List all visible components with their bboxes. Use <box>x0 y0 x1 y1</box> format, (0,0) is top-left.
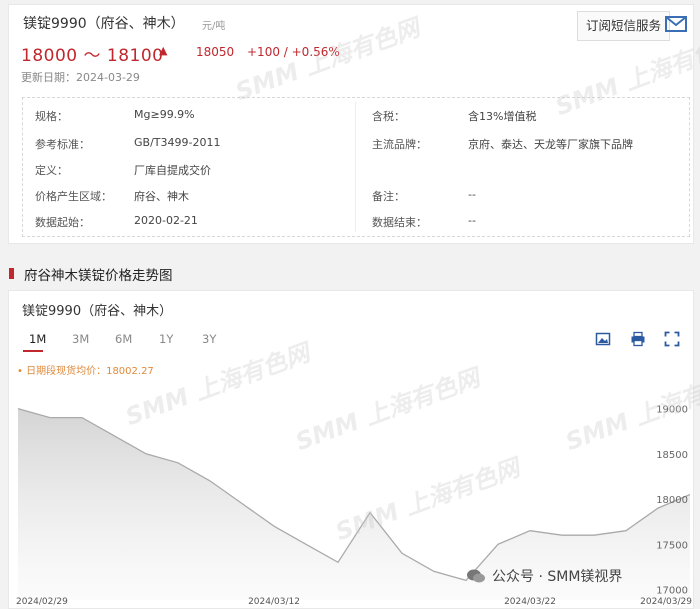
y-tick-label: 19000 <box>656 405 688 416</box>
y-tick-label: 17000 <box>656 585 688 596</box>
y-tick-label: 17500 <box>656 540 688 551</box>
wechat-icon <box>467 569 485 583</box>
x-tick-label: 2024/02/29 <box>16 597 68 607</box>
y-tick-label: 18000 <box>656 495 688 506</box>
x-tick-label: 2024/03/29 <box>640 597 692 607</box>
wechat-account-label: 公众号 · SMM镁视界 <box>492 569 623 585</box>
y-tick-label: 18500 <box>656 450 688 461</box>
price-chart: 17000 17500 18000 18500 19000 2024/02/29 2024… <box>16 405 692 607</box>
x-tick-label: 2024/03/22 <box>504 597 556 607</box>
x-tick-label: 2024/03/12 <box>248 597 300 607</box>
